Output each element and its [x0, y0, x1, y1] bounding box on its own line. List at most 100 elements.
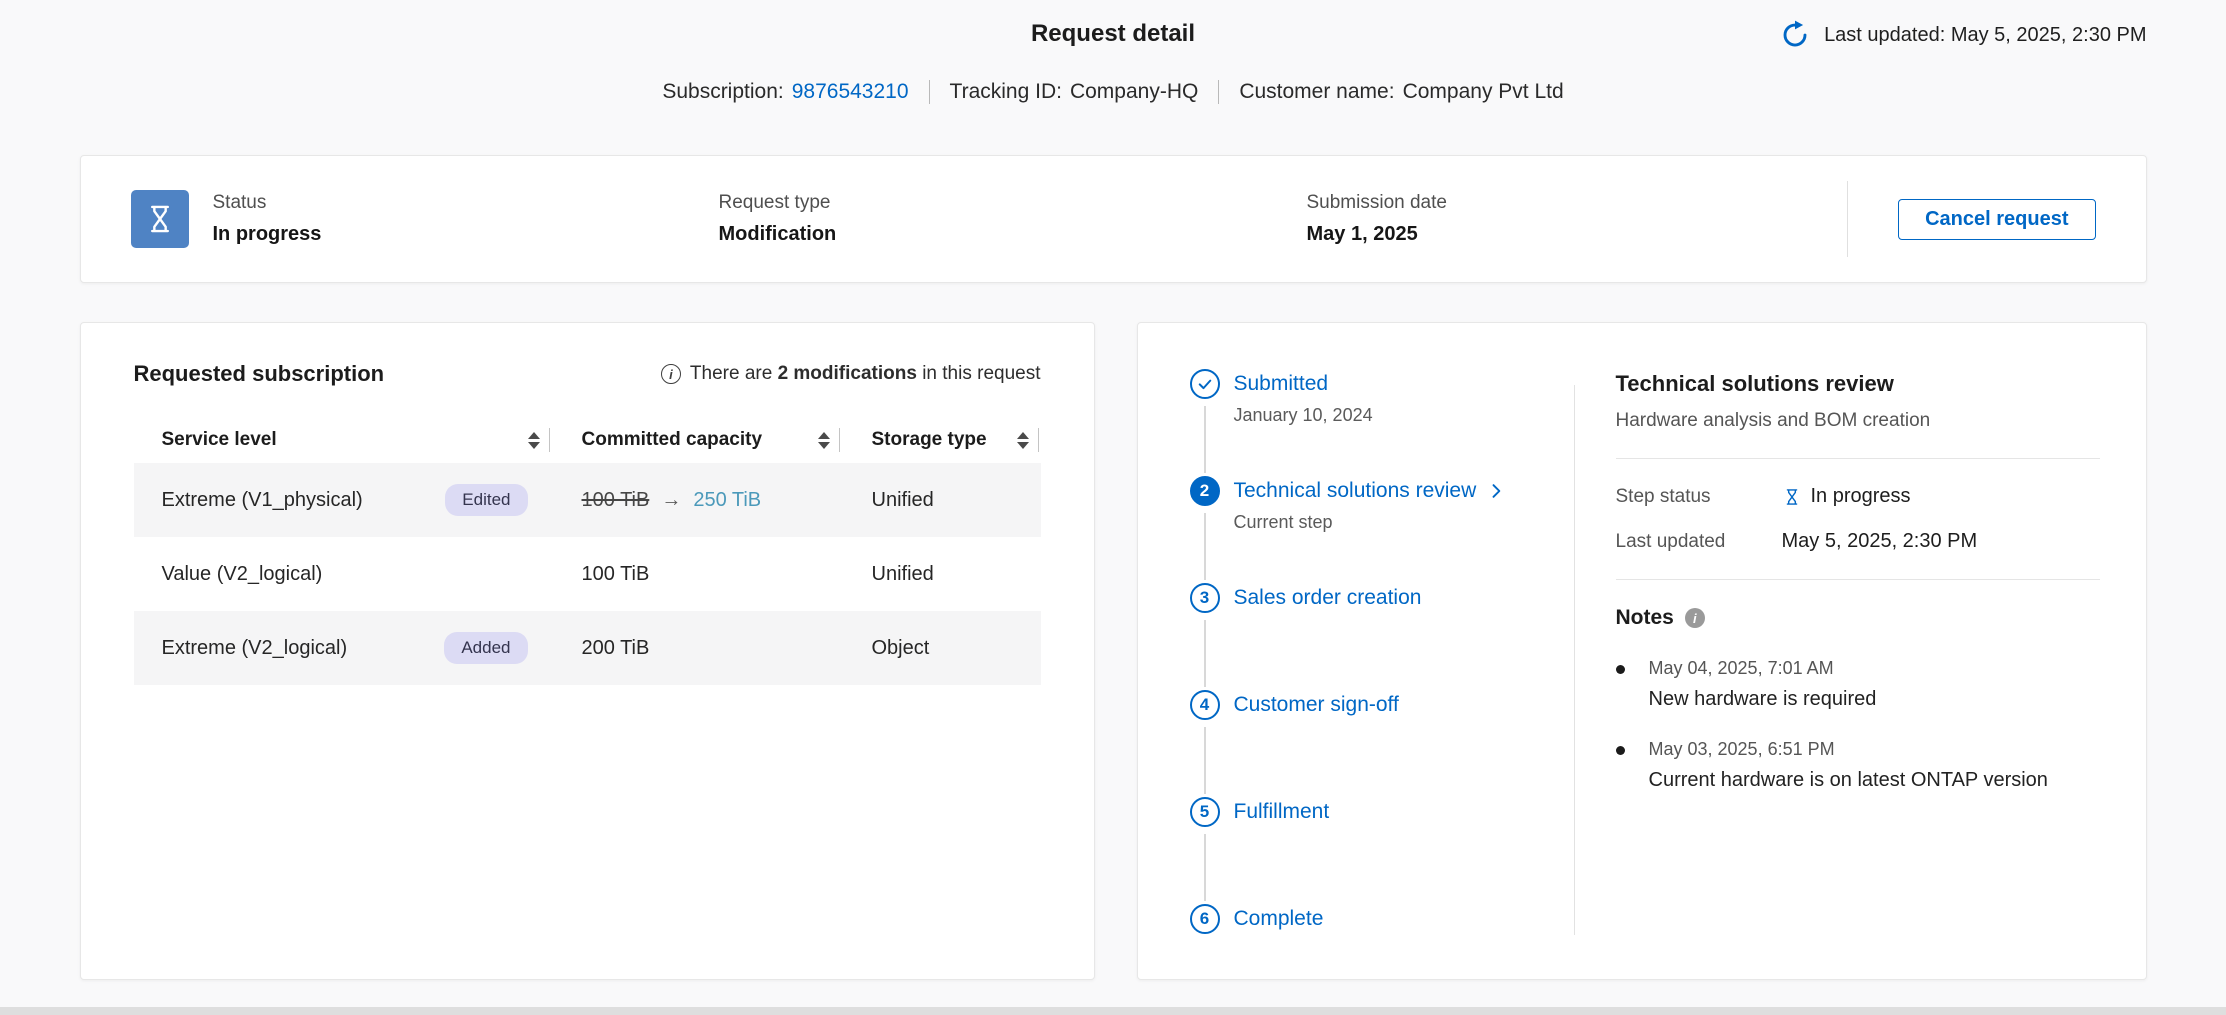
step-label-fulfillment[interactable]: Fulfillment	[1234, 800, 1330, 824]
step-date: January 10, 2024	[1234, 405, 1373, 426]
sub-header: Subscription: 9876543210 Tracking ID: Co…	[80, 80, 2147, 104]
tracking-label: Tracking ID:	[950, 80, 1062, 104]
divider	[929, 80, 930, 104]
step-text: Customer sign-off	[1234, 690, 1399, 797]
requested-subscription-header: Requested subscription There are 2 modif…	[134, 361, 1041, 387]
service-level-cell: Extreme (V1_physical) Edited	[134, 484, 554, 516]
modifications-note: There are 2 modifications in this reques…	[661, 363, 1041, 385]
column-divider	[839, 428, 840, 452]
info-icon[interactable]	[661, 364, 681, 384]
step-label-customer-sign-off[interactable]: Customer sign-off	[1234, 693, 1399, 717]
bullet-icon	[1616, 665, 1625, 674]
submission-date-label: Submission date	[1307, 192, 1847, 214]
step-detail-panel: Technical solutions review Hardware anal…	[1575, 361, 2146, 979]
requested-subscription-title: Requested subscription	[134, 361, 385, 387]
old-capacity-value: 100 TiB	[582, 489, 650, 512]
step-text: Technical solutions review Current step	[1234, 476, 1507, 583]
committed-capacity-cell: 100 TiB → 250 TiB	[554, 489, 844, 512]
subscription-pair: Subscription: 9876543210	[662, 80, 908, 104]
progress-stepper: Submitted January 10, 2024 2 Technical s…	[1186, 361, 1574, 979]
top-header: Request detail Last updated: May 5, 2025…	[80, 14, 2147, 58]
step-text: Sales order creation	[1234, 583, 1422, 690]
step-connector	[1204, 620, 1206, 687]
main-cards-row: Requested subscription There are 2 modif…	[80, 322, 2147, 980]
hourglass-icon	[1782, 487, 1802, 507]
step-label-complete[interactable]: Complete	[1234, 907, 1324, 931]
subscription-table: Service level Committed capacity Storage…	[134, 417, 1041, 685]
step-circle-col: 6	[1190, 904, 1220, 934]
refresh-icon[interactable]	[1780, 20, 1810, 50]
step-connector	[1204, 406, 1206, 473]
notes-list: May 04, 2025, 7:01 AM New hardware is re…	[1616, 658, 2100, 792]
last-updated-value: May 5, 2025, 2:30 PM	[1782, 530, 1978, 553]
step-number-circle: 6	[1190, 904, 1220, 934]
note-text: New hardware is required	[1649, 688, 1877, 711]
customer-pair: Customer name: Company Pvt Ltd	[1239, 80, 1563, 104]
step-status-value: In progress	[1811, 485, 1911, 508]
last-updated-row: Last updated May 5, 2025, 2:30 PM	[1616, 530, 2100, 553]
step-status-row: Step status In progress	[1616, 485, 2100, 508]
step-text: Submitted January 10, 2024	[1234, 369, 1373, 476]
status-section: Status In progress	[131, 190, 719, 248]
service-level-cell: Value (V2_logical)	[134, 563, 554, 586]
column-divider	[549, 428, 550, 452]
hourglass-status-icon	[131, 190, 189, 248]
step-number-circle: 4	[1190, 690, 1220, 720]
subscription-label: Subscription:	[662, 80, 783, 104]
status-label: Status	[213, 192, 322, 214]
sort-icon[interactable]	[1017, 432, 1029, 449]
step-circle-col: 4	[1190, 690, 1220, 797]
sort-icon[interactable]	[818, 432, 830, 449]
cancel-button-wrap: Cancel request	[1848, 199, 2096, 240]
request-type-label: Request type	[719, 192, 1307, 214]
step-technical-solutions-review: 2 Technical solutions review Current ste…	[1186, 476, 1574, 583]
note-body: May 04, 2025, 7:01 AM New hardware is re…	[1649, 658, 1877, 711]
table-row: Extreme (V1_physical) Edited 100 TiB → 2…	[134, 463, 1041, 537]
note-item: May 04, 2025, 7:01 AM New hardware is re…	[1616, 658, 2100, 711]
new-capacity-value: 250 TiB	[693, 489, 761, 512]
chevron-right-icon[interactable]	[1486, 481, 1506, 501]
customer-label: Customer name:	[1239, 80, 1394, 104]
info-icon[interactable]	[1685, 608, 1705, 628]
refresh-area: Last updated: May 5, 2025, 2:30 PM	[1780, 20, 2146, 50]
cancel-request-button[interactable]: Cancel request	[1898, 199, 2095, 240]
column-header-storage-type[interactable]: Storage type	[844, 417, 1043, 463]
request-type-value: Modification	[719, 223, 1307, 246]
page-container: Request detail Last updated: May 5, 2025…	[80, 0, 2147, 980]
step-circle-col: 3	[1190, 583, 1220, 690]
column-header-committed-capacity[interactable]: Committed capacity	[554, 417, 844, 463]
step-complete-circle	[1190, 369, 1220, 399]
divider	[1218, 80, 1219, 104]
storage-type-cell: Unified	[844, 563, 1043, 586]
divider	[1616, 458, 2100, 459]
step-label-sales-order-creation[interactable]: Sales order creation	[1234, 586, 1422, 610]
committed-capacity-cell: 200 TiB	[554, 637, 844, 660]
step-current-circle: 2	[1190, 476, 1220, 506]
subscription-link[interactable]: 9876543210	[792, 80, 909, 104]
column-header-service-level[interactable]: Service level	[134, 417, 554, 463]
last-updated-text: Last updated: May 5, 2025, 2:30 PM	[1824, 24, 2146, 47]
check-icon	[1196, 375, 1214, 393]
note-body: May 03, 2025, 6:51 PM Current hardware i…	[1649, 739, 2048, 792]
arrow-right-icon: →	[661, 489, 681, 512]
sort-icon[interactable]	[528, 432, 540, 449]
progress-card: Submitted January 10, 2024 2 Technical s…	[1137, 322, 2147, 980]
notes-header: Notes	[1616, 606, 2100, 630]
modifications-text: There are 2 modifications in this reques…	[690, 363, 1041, 385]
step-status-value-wrap: In progress	[1782, 485, 1911, 508]
step-connector	[1204, 513, 1206, 580]
step-circle-col: 2	[1190, 476, 1220, 583]
step-complete: 6 Complete	[1186, 904, 1574, 934]
step-label-submitted[interactable]: Submitted	[1234, 372, 1329, 396]
storage-type-cell: Object	[844, 637, 1043, 660]
step-customer-sign-off: 4 Customer sign-off	[1186, 690, 1574, 797]
submission-date-value: May 1, 2025	[1307, 223, 1847, 246]
step-label-technical-solutions-review[interactable]: Technical solutions review	[1234, 479, 1477, 503]
notes-title: Notes	[1616, 606, 1674, 630]
added-badge: Added	[444, 632, 527, 664]
step-submitted: Submitted January 10, 2024	[1186, 369, 1574, 476]
step-detail-title: Technical solutions review	[1616, 371, 2100, 397]
requested-subscription-card: Requested subscription There are 2 modif…	[80, 322, 1095, 980]
step-fulfillment: 5 Fulfillment	[1186, 797, 1574, 904]
note-text: Current hardware is on latest ONTAP vers…	[1649, 769, 2048, 792]
